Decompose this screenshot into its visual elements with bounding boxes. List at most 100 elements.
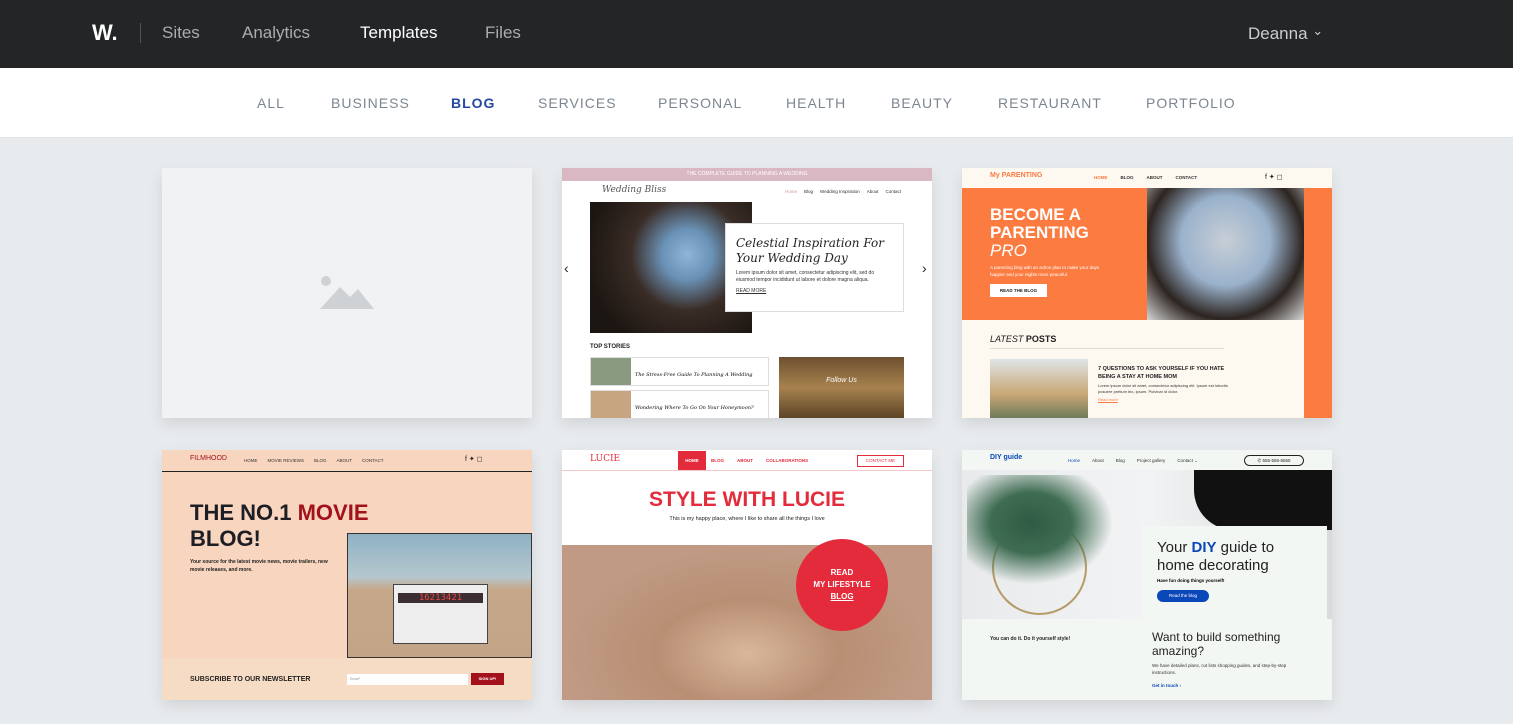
hero-photo bbox=[1147, 188, 1304, 320]
social-icons: f ✦ ◻ bbox=[465, 456, 483, 463]
post-title: 7 QUESTIONS TO ASK YOURSELF IF YOU HATE … bbox=[1098, 366, 1225, 380]
nav-analytics[interactable]: Analytics bbox=[242, 23, 310, 43]
nav-home: Home bbox=[1068, 458, 1081, 463]
user-menu[interactable]: Deanna ⌄ bbox=[1248, 23, 1324, 44]
chevron-down-icon: ⌄ bbox=[1312, 23, 1324, 38]
latest-posts-heading: LATEST POSTS bbox=[990, 334, 1224, 349]
hero-photo: 16213421 bbox=[347, 533, 532, 658]
site-logo: LUCIE bbox=[590, 454, 621, 464]
site-logo: My PARENTING bbox=[990, 172, 1043, 179]
social-icons: f ✦ ◻ bbox=[1265, 174, 1283, 181]
tab-health[interactable]: HEALTH bbox=[786, 95, 846, 111]
title-part: THE NO.1 bbox=[190, 500, 292, 525]
nav-blog: Blog bbox=[804, 189, 814, 194]
title-highlight: MOVIE bbox=[297, 500, 369, 525]
latest-word: LATEST bbox=[990, 334, 1024, 344]
tab-beauty[interactable]: BEAUTY bbox=[891, 95, 953, 111]
hero-subtitle: A parenting blog with an action plan to … bbox=[990, 265, 1100, 277]
carousel-prev-icon[interactable]: ‹ bbox=[564, 260, 569, 276]
tab-services[interactable]: SERVICES bbox=[538, 95, 617, 111]
site-title: STYLE WITH LUCIE bbox=[649, 488, 845, 511]
tab-personal[interactable]: PERSONAL bbox=[658, 95, 742, 111]
nav-contact: CONTACT bbox=[1175, 175, 1198, 180]
template-card-diy[interactable]: DIY guide Home About Blog Project gallery Co… bbox=[962, 450, 1332, 700]
get-in-touch-link: Get in touch › bbox=[1152, 683, 1181, 688]
hero-title: Celestial Inspiration For Your Wedding D… bbox=[736, 236, 884, 265]
template-card-parenting[interactable]: My PARENTING HOME BLOG ABOUT CONTACT f ✦ ◻ … bbox=[962, 168, 1332, 418]
follow-us-text: Follow Us bbox=[826, 377, 857, 384]
divider bbox=[140, 23, 141, 43]
nav-collaborations: COLLABORATIONS bbox=[766, 458, 809, 463]
nav-gallery: Project gallery bbox=[1136, 458, 1166, 463]
read-blog-button: READ THE BLOG bbox=[990, 284, 1047, 297]
hero-card: Celestial Inspiration For Your Wedding D… bbox=[725, 223, 904, 312]
read-more-link: READ MORE bbox=[736, 288, 767, 294]
site-logo: FILMHOOD bbox=[190, 455, 227, 462]
nav-blog: BLOG bbox=[314, 458, 327, 463]
hero-title: THE NO.1 MOVIE BLOG! bbox=[190, 500, 369, 552]
template-card-wedding-bliss[interactable]: THE COMPLETE GUIDE TO PLANNING A WEDDING… bbox=[562, 168, 932, 418]
image-placeholder-icon bbox=[320, 276, 374, 309]
title-highlight: DIY bbox=[1191, 539, 1217, 556]
template-card-blank[interactable] bbox=[162, 168, 532, 418]
nav-templates[interactable]: Templates bbox=[360, 23, 437, 43]
tab-blog[interactable]: BLOG bbox=[451, 95, 495, 111]
app-logo[interactable]: W. bbox=[92, 20, 118, 46]
hero-title: Your DIY guide to home decorating bbox=[1157, 539, 1312, 575]
top-stories-heading: TOP STORIES bbox=[590, 344, 631, 350]
nav-about: ABOUT bbox=[336, 458, 353, 463]
contact-me-button: CONTACT ME bbox=[857, 455, 904, 467]
nav-about: ABOUT bbox=[737, 458, 753, 463]
read-blog-circle: READ MY LIFESTYLE BLOG bbox=[796, 539, 888, 631]
circle-line: MY LIFESTYLE bbox=[813, 580, 871, 589]
newsletter-heading: SUBSCRIBE TO OUR NEWSLETTER bbox=[190, 676, 311, 683]
story-item: Wondering Where To Go On Your Honeymoon? bbox=[590, 390, 769, 418]
divider bbox=[562, 470, 932, 471]
nav-contact: Contact ⌄ bbox=[1177, 458, 1198, 463]
nav-home: HOME bbox=[685, 458, 699, 463]
post-item: 7 QUESTIONS TO ASK YOURSELF IF YOU HATE … bbox=[1098, 365, 1228, 402]
tab-restaurant[interactable]: RESTAURANT bbox=[998, 95, 1102, 111]
nav-contact: Contact bbox=[885, 189, 902, 194]
template-card-filmhood[interactable]: FILMHOOD HOME MOVIE REVIEWS BLOG ABOUT CONTA… bbox=[162, 450, 532, 700]
sign-up-button: SIGN UP! bbox=[471, 673, 504, 685]
read-more-link: Read more bbox=[1098, 397, 1118, 402]
section-body: We have detailed plans, cut lists shoppi… bbox=[1152, 663, 1287, 675]
tagline: You can do it. Do it yourself style! bbox=[990, 636, 1071, 642]
promo-banner: THE COMPLETE GUIDE TO PLANNING A WEDDING bbox=[562, 168, 932, 181]
hero-title: BECOME A PARENTING bbox=[990, 205, 1089, 242]
user-name: Deanna bbox=[1248, 24, 1308, 43]
nav-sites[interactable]: Sites bbox=[162, 23, 200, 43]
site-logo: DIY guide bbox=[990, 454, 1023, 461]
title-part: BLOG! bbox=[190, 526, 261, 551]
story-item: The Stress-Free Guide To Planning A Wedd… bbox=[590, 357, 769, 386]
section-heading: Want to build something amazing? bbox=[1152, 630, 1281, 658]
nav-contact: CONTACT bbox=[362, 458, 384, 463]
hero-subtitle: Your source for the latest movie news, m… bbox=[190, 559, 328, 573]
newsletter-bar: SUBSCRIBE TO OUR NEWSLETTER Email* SIGN … bbox=[162, 658, 532, 700]
hero-subtitle: Have fun doing things yourself! bbox=[1157, 578, 1225, 583]
tab-portfolio[interactable]: PORTFOLIO bbox=[1146, 95, 1236, 111]
hero-title-italic: PRO bbox=[990, 241, 1027, 260]
site-tagline: This is my happy place, where I like to … bbox=[669, 516, 825, 522]
tab-business[interactable]: BUSINESS bbox=[331, 95, 410, 111]
tab-all[interactable]: ALL bbox=[257, 95, 285, 111]
circle-line: READ bbox=[830, 568, 854, 577]
carousel-next-icon[interactable]: › bbox=[922, 260, 927, 276]
email-field: Email* bbox=[347, 674, 468, 685]
nav-blog: Blog bbox=[1115, 458, 1125, 463]
follow-us-panel: Follow Us bbox=[779, 357, 904, 418]
template-card-lucie[interactable]: LUCIE HOME BLOG ABOUT COLLABORATIONS CONTAC… bbox=[562, 450, 932, 700]
site-logo: Wedding Bliss bbox=[602, 185, 667, 195]
nav-about: About bbox=[866, 189, 879, 194]
nav-inspiration: Wedding Inspiration bbox=[820, 189, 860, 194]
post-body: Lorem ipsum dolor sit amet, consectetur … bbox=[1098, 383, 1228, 394]
hero-panel: BECOME A PARENTING PRO A parenting blog … bbox=[962, 188, 1147, 320]
circle-link: BLOG bbox=[830, 592, 854, 601]
nav-reviews: MOVIE REVIEWS bbox=[267, 458, 305, 463]
accent-stripe bbox=[1304, 188, 1332, 418]
phone-number: 555-555-5555 bbox=[1262, 458, 1291, 463]
nav-home: Home bbox=[785, 189, 798, 194]
hero-card: Your DIY guide to home decorating Have f… bbox=[1142, 526, 1327, 619]
nav-files[interactable]: Files bbox=[485, 23, 521, 43]
